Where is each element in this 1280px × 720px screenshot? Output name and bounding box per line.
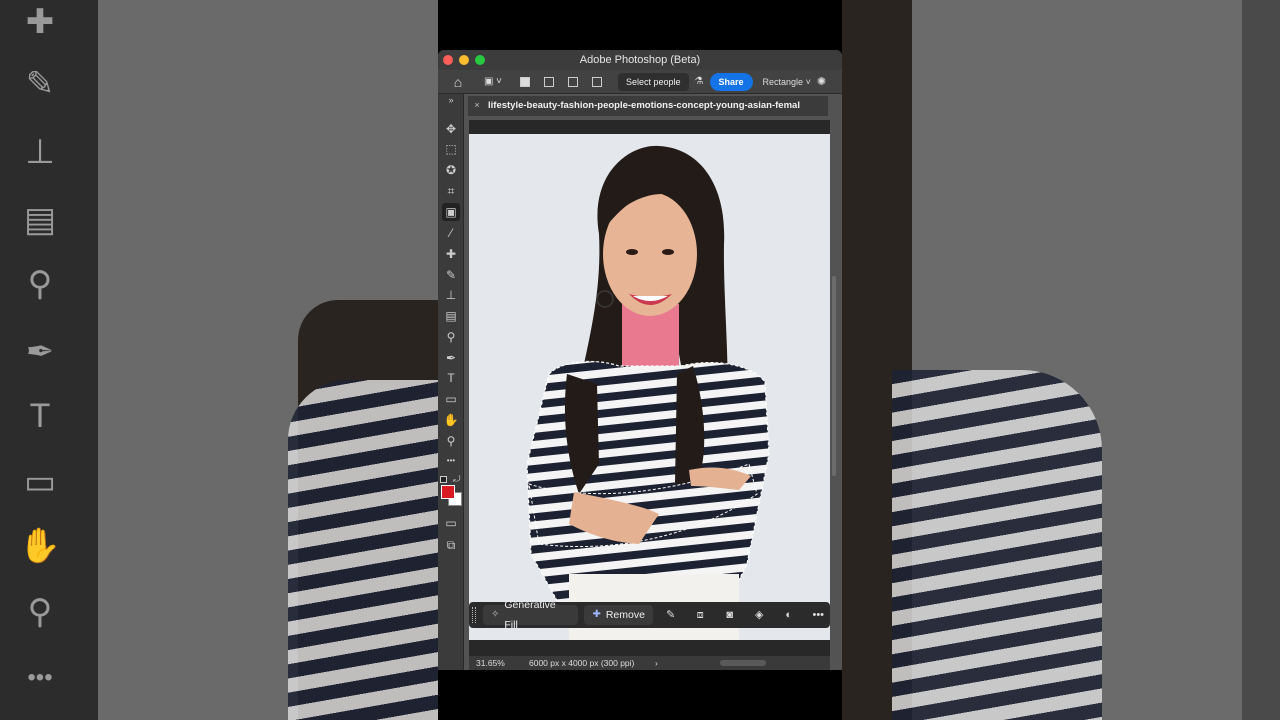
fill-icon[interactable]: ◈ (747, 605, 771, 625)
screen: ✚ ✎ ⊥ ▤ ⚲ ✒ T ▭ ✋ ⚲ ••• Adobe Photoshop … (0, 0, 1280, 720)
options-bar: ⌂ ▣ ˅ Select people ⚗ Share Rectangle ˅ … (438, 70, 842, 94)
type-icon: T (29, 397, 51, 435)
brush-icon: ✎ (25, 65, 55, 103)
add-selection-icon[interactable] (544, 76, 554, 87)
gradient-icon[interactable]: ▤ (442, 307, 460, 325)
remove-button[interactable]: ✚ Remove (584, 605, 653, 625)
gradient-icon: ▤ (23, 201, 57, 239)
healing-brush-icon[interactable]: ✚ (442, 245, 460, 263)
type-icon[interactable]: T (442, 369, 460, 387)
panel-collapse-icon[interactable]: » (442, 94, 460, 106)
more-tools-icon[interactable]: ••• (442, 452, 460, 470)
foreground-color-swatch[interactable] (441, 485, 455, 499)
remove-label: Remove (605, 609, 645, 621)
status-bar: 31.65% 6000 px x 4000 px (300 ppi) › (469, 656, 830, 670)
mask-icon[interactable]: ◙ (718, 605, 742, 625)
document-title: lifestyle-beauty-fashion-people-emotions… (488, 100, 800, 111)
flask-icon[interactable]: ⚗ (695, 73, 704, 91)
mode-dropdown[interactable]: Rectangle ˅ (763, 77, 811, 87)
quick-mask-icon[interactable]: ▭ (442, 514, 460, 532)
marquee-icon[interactable]: ⬚ (442, 140, 460, 158)
tools-panel: » ✥ ⬚ ✪ ⌗ ▣ ⁄ ✚ ✎ ⊥ ▤ ⚲ ✒ T ▭ ✋ ⚲ ••• ⤾ … (438, 94, 464, 670)
select-people-button[interactable]: Select people (618, 72, 689, 91)
dodge-icon[interactable]: ⚲ (442, 328, 460, 346)
photoshop-window: Adobe Photoshop (Beta) ⌂ ▣ ˅ Select peop… (438, 50, 842, 670)
contextual-task-bar: ✧ Generative Fill ✚ Remove ✎ ⧈ ◙ ◈ ◐ ••• (469, 599, 831, 631)
background-left-mirror: ✚ ✎ ⊥ ▤ ⚲ ✒ T ▭ ✋ ⚲ ••• (0, 0, 438, 720)
pen-icon[interactable]: ✒ (442, 349, 460, 367)
document-tab[interactable]: × lifestyle-beauty-fashion-people-emotion… (468, 96, 828, 116)
screen-mode-icon[interactable]: ⧉ (442, 536, 460, 554)
brush-icon[interactable]: ✎ (442, 266, 460, 284)
home-icon[interactable]: ⌂ (450, 73, 466, 91)
dodge-icon: ⚲ (27, 265, 53, 303)
portrait-image (526, 145, 770, 640)
zoom-level[interactable]: 31.65% (476, 656, 505, 670)
adjust-icon[interactable]: ◐ (777, 605, 801, 625)
eyedropper-icon[interactable]: ⁄ (442, 224, 460, 242)
background-right-mirror (842, 0, 1280, 720)
background-toolstrip: ✚ ✎ ⊥ ▤ ⚲ ✒ T ▭ ✋ ⚲ ••• (0, 0, 98, 720)
light-bulb-icon[interactable]: ✺ (817, 73, 826, 91)
tool-preset-picker[interactable]: ▣ ˅ (480, 73, 506, 91)
mode-dropdown-label: Rectangle (762, 76, 804, 87)
stamp-icon[interactable]: ⊥ (442, 286, 460, 304)
window-title: Adobe Photoshop (Beta) (579, 54, 701, 66)
new-selection-icon[interactable] (520, 76, 530, 87)
background-right-edge (1242, 0, 1280, 720)
move-icon[interactable]: ✥ (442, 120, 460, 138)
minimize-window-button[interactable] (459, 55, 469, 65)
canvas-area[interactable] (469, 120, 830, 656)
bandage-icon: ✚ (25, 3, 55, 41)
status-arrow-icon[interactable]: › (655, 656, 658, 670)
zoom-icon[interactable]: ⚲ (442, 432, 460, 450)
close-document-icon[interactable]: × (470, 96, 484, 116)
hand-icon[interactable]: ✋ (442, 411, 460, 429)
crop-icon[interactable]: ⌗ (442, 182, 460, 200)
close-window-button[interactable] (443, 55, 453, 65)
drag-handle[interactable] (472, 607, 476, 623)
object-selection-icon[interactable]: ▣ (442, 203, 460, 221)
stamp-icon: ⊥ (25, 133, 55, 171)
sparkle-icon: ✧ (491, 609, 500, 620)
subtract-selection-icon[interactable] (568, 76, 578, 87)
hand-icon: ✋ (18, 527, 62, 565)
document-info: 6000 px x 4000 px (300 ppi) (529, 658, 635, 668)
photo-canvas[interactable] (469, 134, 830, 640)
quick-selection-icon[interactable]: ✪ (442, 161, 460, 179)
transform-icon[interactable]: ⧈ (688, 605, 712, 625)
rectangle-icon: ▭ (23, 463, 57, 501)
vertical-scrollbar[interactable] (832, 276, 836, 476)
generative-fill-button[interactable]: ✧ Generative Fill (483, 599, 579, 631)
modify-selection-icon[interactable]: ✎ (659, 605, 683, 625)
swap-colors-icon[interactable]: ⤾ (453, 474, 461, 485)
pen-icon: ✒ (25, 333, 55, 371)
rectangle-icon[interactable]: ▭ (442, 390, 460, 408)
more-icon: ••• (27, 664, 53, 691)
generative-fill-label: Generative Fill (504, 599, 556, 631)
background-photo-left (98, 0, 438, 720)
horizontal-scrollbar[interactable] (720, 660, 766, 666)
zoom-window-button[interactable] (475, 55, 485, 65)
zoom-icon: ⚲ (27, 593, 53, 631)
more-icon[interactable]: ••• (807, 605, 831, 625)
title-bar: Adobe Photoshop (Beta) (438, 50, 842, 70)
share-button[interactable]: Share (709, 72, 753, 91)
intersect-selection-icon[interactable] (592, 76, 602, 87)
default-colors-icon[interactable] (440, 476, 447, 483)
bandage-icon: ✚ (592, 609, 601, 620)
window-controls (443, 55, 485, 65)
